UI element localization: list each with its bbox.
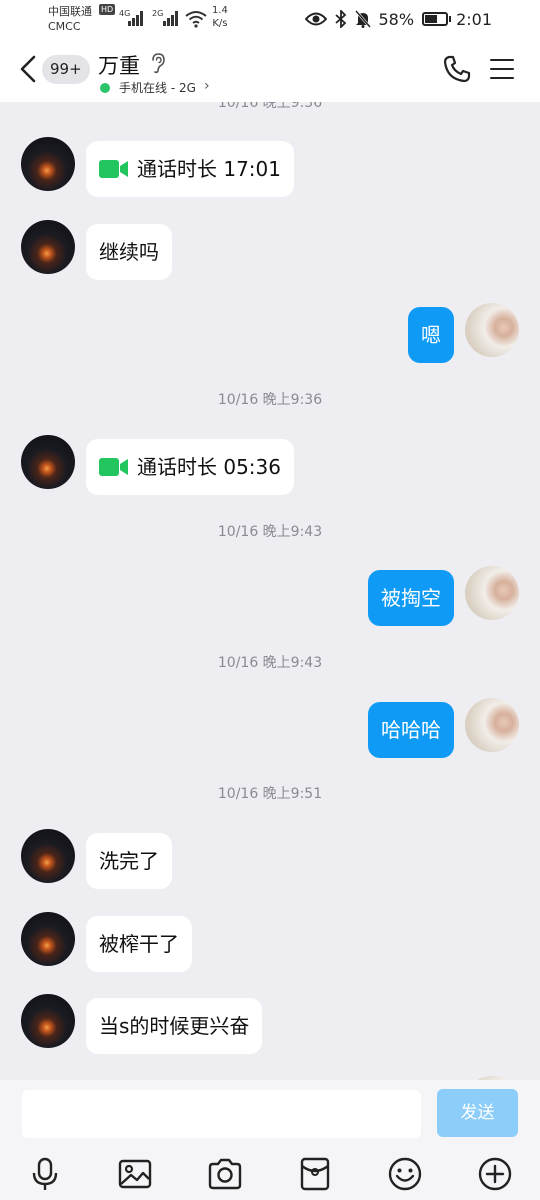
call-duration: 通话时长 05:36 [137, 455, 281, 479]
red-packet-icon[interactable] [297, 1156, 333, 1192]
contact-avatar[interactable] [21, 435, 75, 489]
presence-status[interactable]: 手机在线 - 2G [119, 79, 196, 96]
chat-header: 99+ 万重 手机在线 - 2G › [0, 40, 540, 102]
message-input[interactable] [22, 1090, 421, 1138]
battery-icon [422, 12, 452, 26]
speed-unit: K/s [212, 18, 228, 29]
call-record-bubble[interactable]: 通话时长 05:36 [86, 439, 294, 495]
online-status-dot [100, 83, 110, 93]
camera-icon[interactable] [207, 1156, 243, 1192]
chevron-right-icon[interactable]: › [204, 78, 210, 94]
message-bubble[interactable]: 嗯 [408, 307, 454, 363]
contact-avatar[interactable] [21, 137, 75, 191]
clock: 2:01 [456, 9, 492, 29]
contact-name[interactable]: 万重 [98, 50, 140, 80]
timestamp: 10/16 晚上9:51 [217, 786, 323, 802]
contact-avatar[interactable] [21, 912, 75, 966]
emoji-icon[interactable] [387, 1156, 423, 1192]
contact-avatar[interactable] [21, 829, 75, 883]
timestamp: 10/16 晚上9:43 [217, 655, 323, 671]
network-speed: 1.4 K/s [212, 4, 228, 30]
carrier-name-secondary: CMCC [48, 20, 81, 33]
message-bubble[interactable]: 当s的时候更兴奋 [86, 998, 263, 1054]
video-call-icon [99, 159, 128, 178]
my-avatar[interactable] [465, 566, 519, 620]
timestamp: 10/16 晚上9:36 [217, 102, 323, 111]
signal-icon [163, 10, 179, 26]
microphone-icon[interactable] [27, 1156, 63, 1192]
message-bubble[interactable]: 洗完了 [86, 833, 172, 889]
message-bubble[interactable]: 继续吗 [86, 224, 172, 280]
carrier-name: 中国联通 [48, 5, 92, 18]
mute-bell-icon [354, 10, 371, 28]
message-bubble[interactable]: 被掏空 [368, 570, 454, 626]
send-button[interactable]: 发送 [437, 1089, 518, 1137]
unread-count-badge[interactable]: 99+ [42, 55, 90, 84]
hd-badge: HD [99, 4, 116, 15]
my-avatar[interactable] [465, 303, 519, 357]
more-menu-icon[interactable] [490, 58, 516, 80]
call-duration: 通话时长 17:01 [137, 157, 281, 181]
message-bubble[interactable]: 哈哈哈 [368, 702, 454, 758]
timestamp: 10/16 晚上9:36 [217, 392, 323, 408]
speed-value: 1.4 [212, 5, 228, 16]
timestamp: 10/16 晚上9:43 [217, 524, 323, 540]
my-avatar[interactable] [465, 698, 519, 752]
message-bubble[interactable]: 被榨干了 [86, 916, 192, 972]
contact-avatar[interactable] [21, 994, 75, 1048]
plus-icon[interactable] [477, 1156, 513, 1192]
back-arrow-icon[interactable] [16, 54, 40, 84]
image-icon[interactable] [117, 1156, 153, 1192]
eye-icon [304, 12, 327, 26]
battery-percent: 58% [378, 9, 415, 29]
earpiece-mode-icon[interactable] [150, 52, 166, 74]
status-bar: 中国联通 HD CMCC 4G 2G 1.4 K/s 58% 2:01 [0, 0, 540, 40]
input-bar: 发送 [0, 1080, 540, 1200]
video-call-icon [99, 457, 128, 476]
message-list[interactable]: 10/16 晚上9:36 通话时长 17:01 继续吗 嗯 10/16 晚上9:… [0, 102, 540, 1080]
call-record-bubble[interactable]: 通话时长 17:01 [86, 141, 294, 197]
phone-call-icon[interactable] [442, 54, 472, 84]
wifi-icon [185, 11, 207, 28]
bluetooth-icon [334, 10, 346, 28]
signal-icon [128, 10, 144, 26]
contact-avatar[interactable] [21, 220, 75, 274]
network-type-2: 2G [152, 9, 164, 18]
